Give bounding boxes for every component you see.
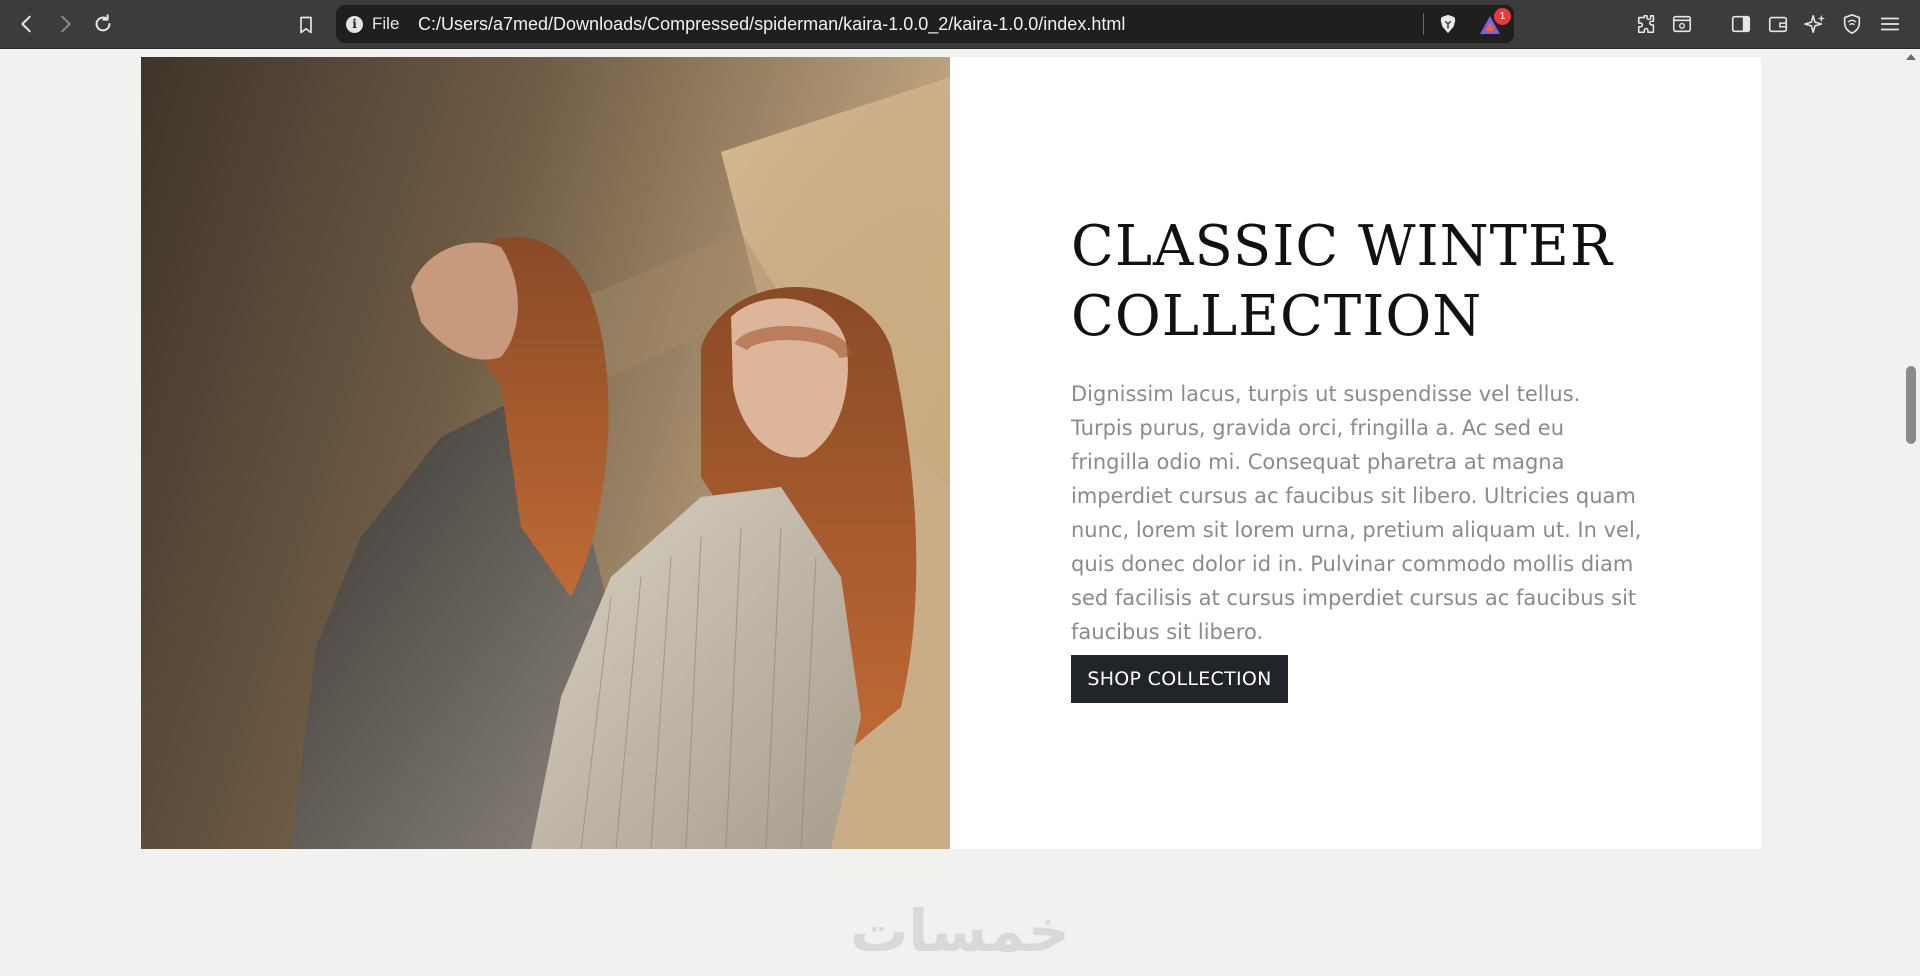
sidebar-icon — [1731, 15, 1751, 33]
watermark-logo: خمسات — [850, 897, 1070, 965]
page-scrollbar[interactable] — [1902, 50, 1920, 976]
menu-icon — [1880, 17, 1900, 31]
bookmark-icon — [300, 16, 312, 34]
vpn-button[interactable] — [1840, 12, 1864, 36]
address-bar[interactable]: i File C:/Users/a7med/Downloads/Compress… — [336, 5, 1514, 43]
wallet-button[interactable] — [1766, 12, 1790, 36]
extensions-icon — [1637, 14, 1655, 34]
collection-title: CLASSIC WINTER COLLECTION — [1071, 214, 1614, 349]
reload-icon — [95, 14, 111, 32]
reader-mode-button[interactable] — [1670, 12, 1694, 36]
collection-banner: CLASSIC WINTER COLLECTION Dignissim lacu… — [141, 57, 1761, 849]
collection-description: Dignissim lacus, turpis ut suspendisse v… — [1071, 382, 1642, 644]
models-illustration — [141, 57, 950, 849]
site-info-button[interactable]: i File — [346, 12, 399, 36]
sidebar-button[interactable] — [1729, 12, 1753, 36]
back-button[interactable] — [12, 10, 42, 38]
extensions-button[interactable] — [1635, 12, 1659, 36]
url-text[interactable]: C:/Users/a7med/Downloads/Compressed/spid… — [418, 14, 1125, 35]
reader-mode-icon — [1672, 15, 1692, 33]
scroll-up-arrow[interactable] — [1906, 54, 1916, 60]
menu-button[interactable] — [1878, 12, 1902, 36]
back-icon — [21, 15, 31, 33]
leo-ai-icon — [1804, 14, 1826, 34]
page-viewport: CLASSIC WINTER COLLECTION Dignissim lacu… — [0, 50, 1902, 976]
shop-collection-button[interactable]: SHOP COLLECTION — [1071, 655, 1288, 703]
bookmark-button[interactable] — [292, 11, 320, 39]
forward-icon — [61, 15, 71, 33]
vpn-icon — [1843, 13, 1861, 35]
brave-shield-icon[interactable] — [1437, 13, 1459, 35]
browser-toolbar: i File C:/Users/a7med/Downloads/Compress… — [0, 0, 1920, 49]
collection-image — [141, 57, 950, 849]
leo-ai-button[interactable] — [1803, 12, 1827, 36]
info-icon: i — [346, 15, 363, 33]
scroll-thumb[interactable] — [1906, 366, 1916, 444]
wallet-icon — [1768, 16, 1788, 33]
forward-button[interactable] — [50, 10, 80, 38]
address-divider — [1423, 13, 1424, 35]
rewards-badge: 1 — [1494, 8, 1511, 25]
scheme-label: File — [372, 14, 400, 33]
collection-text-panel: CLASSIC WINTER COLLECTION Dignissim lacu… — [950, 57, 1761, 849]
reload-button[interactable] — [88, 10, 118, 38]
